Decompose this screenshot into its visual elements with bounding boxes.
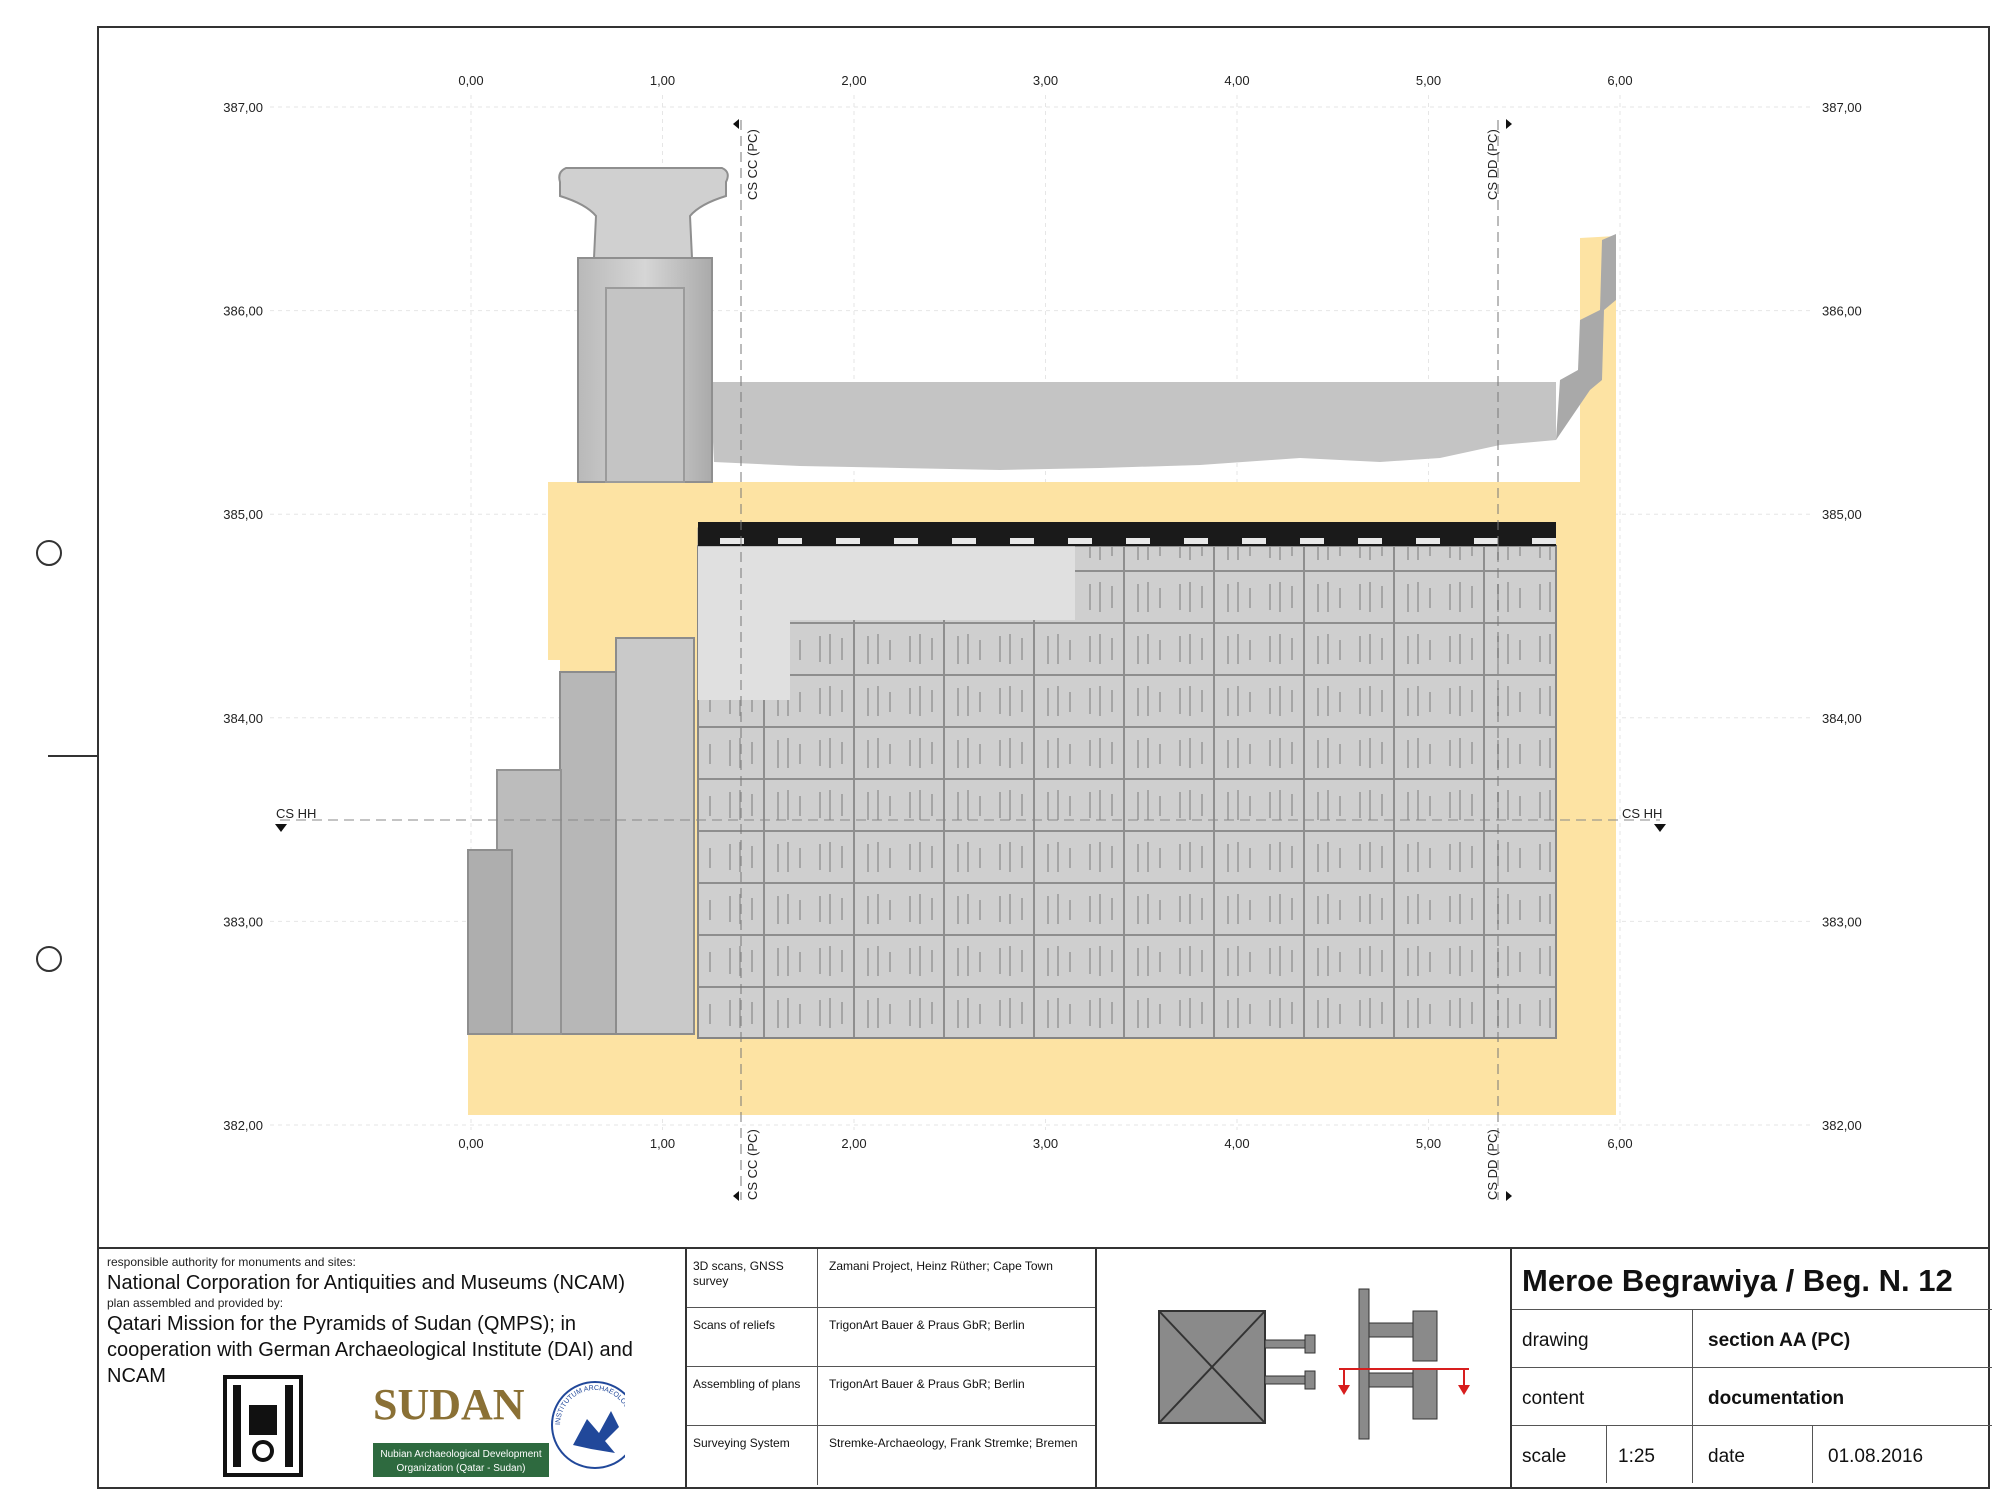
- svg-text:Organization (Qatar - Sudan): Organization (Qatar - Sudan): [397, 1463, 526, 1474]
- credits-block: 3D scans, GNSS survey Zamani Project, He…: [685, 1247, 1097, 1487]
- content-value: documentation: [1708, 1388, 1845, 1409]
- lintel-notch: [1358, 538, 1382, 544]
- date-value: 01.08.2016: [1828, 1446, 1924, 1467]
- sudan-nadop-logo: SUDAN Nubian Archaeological Development …: [373, 1380, 549, 1477]
- x-tick-label: 2,00: [841, 1136, 866, 1151]
- x-tick-label: 1,00: [650, 73, 675, 88]
- y-tick-label: 385,00: [223, 507, 263, 522]
- lintel-notch: [1416, 538, 1440, 544]
- drawing-label: drawing: [1522, 1330, 1589, 1351]
- section-drawing: CS CC (PC) CS CC (PC) CS DD (PC) CS DD (…: [223, 73, 1862, 1201]
- lintel-notch: [720, 538, 744, 544]
- x-tick-label: 5,00: [1416, 1136, 1441, 1151]
- svg-text:CS HH: CS HH: [1622, 806, 1662, 821]
- lintel-notch: [1184, 538, 1208, 544]
- svg-text:CS DD (PC): CS DD (PC): [1485, 1129, 1500, 1200]
- y-tick-label: 384,00: [223, 711, 263, 726]
- credit-row: Scans of reliefs TrigonArt Bauer & Praus…: [687, 1308, 1097, 1367]
- institution-logos: SUDAN Nubian Archaeological Development …: [125, 1375, 625, 1477]
- y-tick-label: 386,00: [1822, 304, 1862, 319]
- credit-row: 3D scans, GNSS survey Zamani Project, He…: [687, 1249, 1097, 1308]
- svg-text:SUDAN: SUDAN: [373, 1380, 525, 1429]
- svg-text:CS DD (PC): CS DD (PC): [1485, 129, 1500, 200]
- lintel-notch: [1474, 538, 1498, 544]
- x-tick-label: 4,00: [1224, 1136, 1249, 1151]
- y-tick-label: 385,00: [1822, 507, 1862, 522]
- lintel-notch: [778, 538, 802, 544]
- date-label: date: [1708, 1446, 1745, 1467]
- title-block: Meroe Begrawiya / Beg. N. 12 drawing sec…: [1510, 1247, 1992, 1487]
- relief-wall: [697, 522, 1557, 1039]
- y-tick-label: 382,00: [223, 1118, 263, 1133]
- credit-name: TrigonArt Bauer & Praus GbR; Berlin: [829, 1377, 1025, 1391]
- x-tick-label: 1,00: [650, 1136, 675, 1151]
- x-tick-label: 3,00: [1033, 73, 1058, 88]
- content-label: content: [1522, 1388, 1585, 1409]
- credit-role: Assembling of plans: [693, 1377, 801, 1391]
- y-tick-label: 387,00: [223, 100, 263, 115]
- y-tick-label: 383,00: [1822, 914, 1862, 929]
- credit-name: Zamani Project, Heinz Rüther; Cape Town: [829, 1259, 1053, 1273]
- drawing-row: drawing section AA (PC): [1512, 1309, 1992, 1367]
- x-tick-label: 3,00: [1033, 1136, 1058, 1151]
- content-row: content documentation: [1512, 1367, 1992, 1425]
- provided-by-line-2: cooperation with German Archaeological I…: [107, 1339, 633, 1361]
- lintel-notch: [952, 538, 976, 544]
- drawing-value: section AA (PC): [1708, 1330, 1851, 1351]
- x-tick-label: 0,00: [458, 73, 483, 88]
- lintel-notch: [894, 538, 918, 544]
- credit-role: 3D scans, GNSS survey: [693, 1259, 784, 1288]
- y-tick-label: 383,00: [223, 914, 263, 929]
- lintel-notch: [1532, 538, 1556, 544]
- svg-text:Nubian Archaeological Developm: Nubian Archaeological Development: [380, 1449, 541, 1460]
- ncam-logo: [223, 1375, 303, 1477]
- credit-role: Scans of reliefs: [693, 1318, 776, 1332]
- lintel-notch: [836, 538, 860, 544]
- rear-wall-band: [710, 382, 1556, 470]
- svg-text:CS HH: CS HH: [276, 806, 316, 821]
- x-tick-label: 4,00: [1224, 73, 1249, 88]
- lintel-notch: [1126, 538, 1150, 544]
- drawing-title: Meroe Begrawiya / Beg. N. 12: [1522, 1263, 1953, 1298]
- key-plan-chapel: [1358, 1288, 1438, 1440]
- x-tick-label: 0,00: [458, 1136, 483, 1151]
- authority-name: National Corporation for Antiquities and…: [107, 1272, 625, 1294]
- key-plan-pyramid: [1158, 1310, 1316, 1424]
- credit-row: Surveying System Stremke-Archaeology, Fr…: [687, 1426, 1097, 1485]
- lintel-notch: [1068, 538, 1092, 544]
- key-plan: [1158, 1288, 1470, 1440]
- credit-role: Surveying System: [693, 1436, 790, 1450]
- lintel-notch: [1242, 538, 1266, 544]
- x-tick-label: 6,00: [1607, 73, 1632, 88]
- credit-name: TrigonArt Bauer & Praus GbR; Berlin: [829, 1318, 1025, 1332]
- svg-text:CS CC (PC): CS CC (PC): [745, 1129, 760, 1200]
- scale-label: scale: [1522, 1446, 1567, 1467]
- x-tick-label: 5,00: [1416, 73, 1441, 88]
- authority-label: responsible authority for monuments and …: [107, 1255, 356, 1269]
- provided-by-line-1: Qatari Mission for the Pyramids of Sudan…: [107, 1313, 577, 1335]
- lintel-notch: [1010, 538, 1034, 544]
- credit-name: Stremke-Archaeology, Frank Stremke; Brem…: [829, 1436, 1078, 1450]
- y-tick-label: 387,00: [1822, 100, 1862, 115]
- x-tick-label: 2,00: [841, 73, 866, 88]
- credit-row: Assembling of plans TrigonArt Bauer & Pr…: [687, 1367, 1097, 1426]
- y-tick-label: 384,00: [1822, 711, 1862, 726]
- provided-label: plan assembled and provided by:: [107, 1296, 284, 1310]
- lintel-notch: [1300, 538, 1324, 544]
- svg-text:CS CC (PC): CS CC (PC): [745, 129, 760, 200]
- y-tick-label: 382,00: [1822, 1118, 1862, 1133]
- y-tick-label: 386,00: [223, 304, 263, 319]
- x-tick-label: 6,00: [1607, 1136, 1632, 1151]
- scale-date-row: scale 1:25 date 01.08.2016: [1512, 1425, 1992, 1483]
- key-plan-block: [1095, 1247, 1510, 1487]
- scale-value: 1:25: [1618, 1446, 1655, 1467]
